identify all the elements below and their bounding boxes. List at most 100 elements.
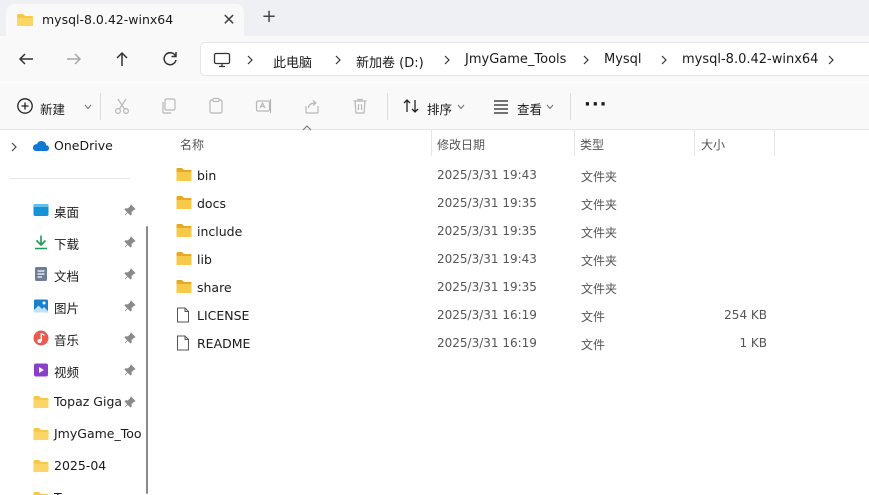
chevron-right-icon[interactable] <box>10 142 18 152</box>
file-date: 2025/3/31 16:19 <box>437 308 537 322</box>
breadcrumb-current-folder[interactable]: mysql-8.0.42-winx64 <box>682 52 818 67</box>
cloud-icon <box>32 139 49 155</box>
sort-icon[interactable] <box>402 97 422 117</box>
address-bar[interactable]: 此电脑 新加卷 (D:) JmyGame_Tools Mysql mysql-8… <box>200 42 869 76</box>
chevron-down-icon[interactable] <box>457 104 465 110</box>
folder-icon <box>33 490 49 495</box>
toolbar-divider <box>387 93 388 120</box>
file-type: 文件 <box>581 338 606 352</box>
sidebar-item-label: 桌面 <box>54 205 80 220</box>
table-row[interactable]: include 2025/3/31 19:35 文件夹 <box>170 217 770 245</box>
column-header-type[interactable]: 类型 <box>580 130 694 158</box>
chevron-right-icon[interactable] <box>827 55 835 65</box>
file-type: 文件夹 <box>581 282 618 296</box>
folder-icon <box>33 458 49 474</box>
table-row[interactable]: lib 2025/3/31 19:43 文件夹 <box>170 245 770 273</box>
rename-icon[interactable] <box>255 97 275 117</box>
view-icon[interactable] <box>492 97 512 117</box>
sidebar-item-onedrive[interactable]: OneDrive <box>0 134 140 158</box>
pin-icon[interactable] <box>124 396 136 408</box>
file-name: docs <box>197 196 226 211</box>
column-divider[interactable] <box>574 130 575 156</box>
forward-arrow-icon[interactable] <box>62 47 86 71</box>
column-header-name[interactable]: 名称 <box>180 130 431 158</box>
folder-icon <box>176 195 192 213</box>
sidebar-item-downloads[interactable]: 下载 <box>0 230 140 254</box>
sidebar-divider <box>10 178 130 179</box>
chevron-down-icon[interactable] <box>84 104 92 110</box>
toolbar-divider <box>100 93 101 120</box>
new-button[interactable]: 新建 <box>40 99 65 123</box>
back-arrow-icon[interactable] <box>14 47 38 71</box>
column-header-date[interactable]: 修改日期 <box>437 130 574 158</box>
table-row[interactable]: bin 2025/3/31 19:43 文件夹 <box>170 161 770 189</box>
file-date: 2025/3/31 19:43 <box>437 168 537 182</box>
sidebar-item-videos[interactable]: 视频 <box>0 358 140 382</box>
delete-icon[interactable] <box>351 97 371 117</box>
up-arrow-icon[interactable] <box>110 47 134 71</box>
navigation-pane: OneDrive 桌面 下载 文档 图片 音乐 视频 Topaz Giga Jm… <box>0 130 150 495</box>
copy-icon[interactable] <box>160 97 180 117</box>
pin-icon[interactable] <box>124 268 136 280</box>
table-row[interactable]: README 2025/3/31 16:19 文件 1 KB <box>170 329 770 357</box>
file-name: share <box>197 280 232 295</box>
view-button[interactable]: 查看 <box>517 99 542 123</box>
new-tab-button[interactable]: + <box>258 6 280 28</box>
sort-button[interactable]: 排序 <box>427 99 452 123</box>
folder-icon <box>176 167 192 185</box>
column-divider[interactable] <box>694 130 695 156</box>
sidebar-scrollbar[interactable] <box>146 226 148 494</box>
column-divider[interactable] <box>774 130 775 156</box>
breadcrumb-drive-d[interactable]: 新加卷 (D:) <box>356 52 424 71</box>
command-bar: 新建 排序 查看 ··· <box>0 83 869 130</box>
chevron-right-icon <box>335 55 341 65</box>
file-size: 1 KB <box>739 336 767 350</box>
sidebar-item-documents[interactable]: 文档 <box>0 262 140 286</box>
add-circle-icon[interactable] <box>16 97 36 117</box>
sidebar-item-label: 音乐 <box>54 333 80 348</box>
breadcrumb-mysql[interactable]: Mysql <box>604 52 642 67</box>
sidebar-item-music[interactable]: 音乐 <box>0 326 140 350</box>
file-type: 文件夹 <box>581 198 618 212</box>
refresh-icon[interactable] <box>158 47 182 71</box>
pin-icon[interactable] <box>124 300 136 312</box>
tab-active[interactable]: mysql-8.0.42-winx64 ✕ <box>6 4 244 36</box>
pin-icon[interactable] <box>124 236 136 248</box>
chevron-down-icon[interactable] <box>546 104 554 110</box>
pin-icon[interactable] <box>124 204 136 216</box>
pin-icon[interactable] <box>124 364 136 376</box>
sidebar-item-partial[interactable]: T <box>0 486 140 495</box>
folder-icon <box>33 426 49 442</box>
close-icon[interactable]: ✕ <box>219 10 239 30</box>
sidebar-item-jmygame-tools[interactable]: JmyGame_Too <box>0 422 142 446</box>
share-icon[interactable] <box>303 97 323 117</box>
column-header-label: 修改日期 <box>437 138 486 152</box>
column-divider[interactable] <box>431 130 432 156</box>
sidebar-item-topaz-giga[interactable]: Topaz Giga <box>0 390 140 414</box>
tab-title: mysql-8.0.42-winx64 <box>42 12 174 27</box>
cut-icon[interactable] <box>113 97 133 117</box>
breadcrumb-jmygame-tools[interactable]: JmyGame_Tools <box>465 52 566 67</box>
file-name: include <box>197 224 243 239</box>
sidebar-item-2025-04[interactable]: 2025-04 <box>0 454 140 478</box>
file-type: 文件夹 <box>581 226 618 240</box>
file-name: LICENSE <box>197 308 250 323</box>
table-row[interactable]: share 2025/3/31 19:35 文件夹 <box>170 273 770 301</box>
file-name: bin <box>197 168 217 183</box>
sidebar-item-label: 下载 <box>54 237 80 252</box>
paste-icon[interactable] <box>207 97 227 117</box>
documents-icon <box>33 266 49 282</box>
table-row[interactable]: LICENSE 2025/3/31 16:19 文件 254 KB <box>170 301 770 329</box>
sidebar-item-label: JmyGame_Too <box>54 426 142 441</box>
table-row[interactable]: docs 2025/3/31 19:35 文件夹 <box>170 189 770 217</box>
more-options-icon[interactable]: ··· <box>584 94 608 118</box>
column-header-size[interactable]: 大小 <box>701 130 774 158</box>
folder-icon <box>16 12 34 31</box>
breadcrumb-this-pc[interactable]: 此电脑 <box>273 52 312 71</box>
sidebar-item-desktop[interactable]: 桌面 <box>0 198 140 222</box>
document-icon <box>176 307 190 326</box>
pin-icon[interactable] <box>124 332 136 344</box>
document-icon <box>176 335 190 354</box>
chevron-right-icon <box>661 55 667 65</box>
sidebar-item-pictures[interactable]: 图片 <box>0 294 140 318</box>
